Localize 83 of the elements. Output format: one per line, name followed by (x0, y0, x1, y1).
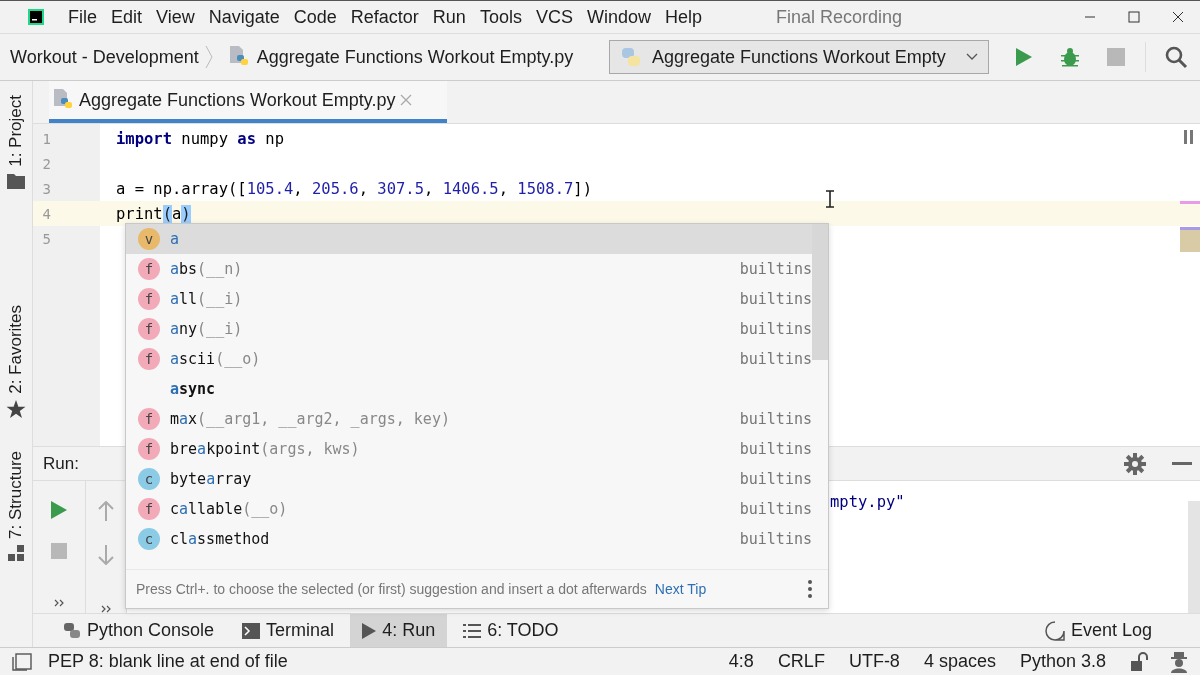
maximize-icon[interactable] (1128, 11, 1140, 23)
unlocked-lock-icon[interactable] (1130, 651, 1150, 672)
line-number: 2 (41, 155, 51, 172)
menu-item[interactable]: File (68, 6, 97, 28)
line-number: 5 (41, 230, 51, 247)
run-configuration-dropdown[interactable]: Aggregate Functions Workout Empty (609, 40, 989, 74)
menu-item[interactable]: Help (664, 6, 702, 28)
panel-toggle-icon[interactable] (12, 652, 32, 671)
more-icon[interactable] (808, 580, 812, 598)
breadcrumb-item[interactable]: Aggregate Functions Workout Empty.py (256, 46, 574, 68)
code-line: import numpy as np (116, 129, 284, 148)
terminal-icon (242, 622, 261, 639)
completion-item[interactable]: f abs(__n) builtins (126, 254, 812, 284)
menu-item[interactable]: Edit (111, 6, 143, 28)
menu-item[interactable]: View (156, 6, 195, 28)
double-chevron-icon[interactable] (101, 605, 111, 613)
caret-icon (966, 53, 978, 61)
pause-icon (1184, 130, 1194, 144)
speech-bubble-icon (1044, 620, 1065, 641)
menu-item[interactable]: Run (432, 6, 466, 28)
star-icon (6, 399, 26, 419)
tool-window-tab[interactable]: Python Console (51, 614, 227, 647)
error-stripe-mark (1180, 201, 1200, 204)
list-icon (463, 623, 482, 638)
menu-item[interactable]: Code (293, 6, 337, 28)
line-number: 1 (41, 130, 51, 147)
error-stripe-mark (1180, 227, 1200, 252)
text-cursor-icon (825, 190, 835, 208)
python-icon (63, 621, 81, 640)
run-icon[interactable] (1015, 47, 1033, 67)
status-message: PEP 8: blank line at end of file (48, 651, 288, 672)
console-output: mpty.py" (830, 493, 905, 511)
status-item[interactable]: CRLF (777, 651, 825, 672)
completion-item[interactable]: f all(__i) builtins (126, 284, 812, 314)
menu-item[interactable]: Window (586, 6, 651, 28)
menu-item[interactable]: VCS (535, 6, 573, 28)
completion-item[interactable]: f ascii(__o) builtins (126, 344, 812, 374)
breadcrumb-item[interactable]: Workout - Development (10, 46, 199, 68)
tool-window-tab[interactable]: Terminal (230, 614, 347, 647)
structure-icon (8, 544, 24, 561)
double-chevron-icon[interactable] (54, 599, 64, 607)
settings-icon[interactable] (1124, 452, 1146, 475)
run-label: Run: (43, 453, 79, 474)
completion-item[interactable]: f breakpoint(args, kws) builtins (126, 434, 812, 464)
python-icon (620, 46, 642, 68)
search-icon[interactable] (1164, 45, 1188, 69)
hint-text: Press Ctrl+. to choose the selected (or first) suggestion and insert a dot afterwards (136, 581, 647, 597)
app-icon (28, 9, 44, 25)
bug-icon[interactable] (1059, 46, 1081, 68)
run-icon[interactable] (51, 501, 67, 519)
completion-item[interactable]: f max(__arg1, __arg2, _args, key) builtins (126, 404, 812, 434)
menu-item[interactable]: Tools (479, 6, 522, 28)
code-line: print(a) (116, 204, 191, 223)
next-tip-link[interactable]: Next Tip (654, 581, 707, 597)
close-icon[interactable] (1172, 11, 1184, 23)
chevron-icon (204, 45, 213, 69)
line-number: 4 (41, 205, 51, 222)
completion-item[interactable]: f any(__i) builtins (126, 314, 812, 344)
code-line: a = np.array([105.4, 205.6, 307.5, 1406.5, 1508.7]) (116, 179, 593, 198)
menu-item[interactable]: Refactor (350, 6, 419, 28)
status-item[interactable]: UTF-8 (848, 651, 900, 672)
tool-window-tab[interactable]: 6: TODO (451, 614, 571, 647)
event-log-tab[interactable]: Event Log (1032, 614, 1200, 647)
line-number: 3 (41, 180, 51, 197)
status-item[interactable]: 4:8 (728, 651, 754, 672)
completion-item[interactable]: v a (126, 224, 812, 254)
side-tab[interactable]: 2: Favorites (6, 304, 26, 394)
minimize-icon[interactable] (1172, 461, 1192, 466)
menu-item[interactable]: Navigate (208, 6, 280, 28)
completion-item[interactable]: f callable(__o) builtins (126, 494, 812, 524)
tool-window-tab[interactable]: 4: Run (350, 614, 448, 647)
completion-item[interactable]: c classmethod builtins (126, 524, 812, 554)
run-icon (362, 622, 377, 639)
editor-tab[interactable]: Aggregate Functions Workout Empty.py (49, 81, 447, 123)
folder-icon (7, 172, 25, 189)
window-title: Final Recording (776, 6, 903, 28)
side-tab[interactable]: 7: Structure (6, 450, 26, 539)
inspector-icon[interactable] (1168, 650, 1190, 673)
completion-item[interactable]: c bytea rray builtins (126, 464, 812, 494)
status-item[interactable]: Python 3.8 (1019, 651, 1106, 672)
side-tab[interactable]: 1: Project (6, 95, 26, 167)
completion-item[interactable]: async (126, 374, 812, 404)
status-item[interactable]: 4 spaces (923, 651, 996, 672)
